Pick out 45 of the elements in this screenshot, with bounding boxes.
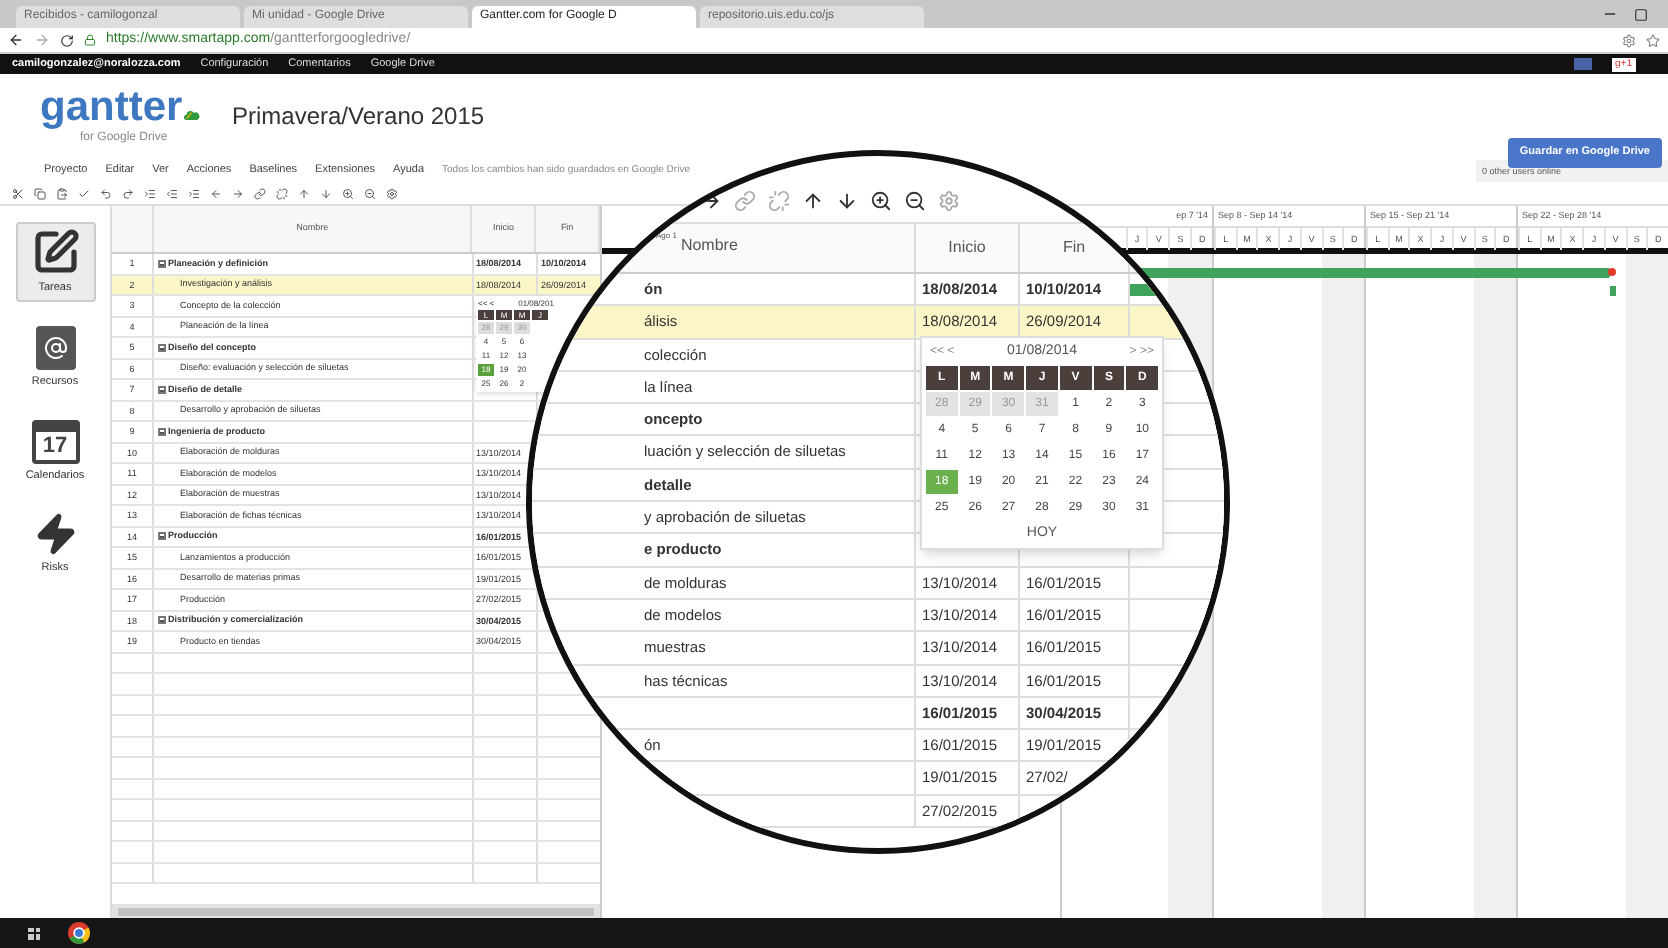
copy-icon[interactable] (34, 188, 46, 200)
outdent-icon[interactable] (166, 188, 178, 200)
gantt-bar (1610, 286, 1616, 296)
arrow-left-icon[interactable] (210, 188, 222, 200)
unlink-icon[interactable] (276, 188, 288, 200)
lock-icon (84, 34, 96, 46)
edit-icon (31, 228, 79, 276)
collapse-icon[interactable] (158, 427, 166, 436)
lightning-icon (33, 511, 77, 556)
back-icon[interactable] (8, 32, 24, 48)
collapse-icon[interactable] (158, 259, 166, 268)
calendar-icon: 17 (31, 419, 79, 463)
column-header[interactable]: Nombre (680, 234, 738, 258)
arrow-down-icon[interactable] (836, 190, 858, 212)
address-book-icon (35, 326, 75, 371)
collapse-icon[interactable] (158, 532, 166, 541)
reload-icon[interactable] (60, 33, 74, 47)
project-title: Primavera/Verano 2015 (232, 100, 485, 134)
browser-icon[interactable] (68, 922, 90, 944)
indent-icon[interactable] (188, 188, 200, 200)
collapse-icon[interactable] (158, 616, 166, 625)
zoom-out-icon[interactable] (904, 190, 926, 212)
facebook-icon[interactable] (1573, 58, 1592, 70)
link-icon[interactable] (254, 188, 266, 200)
settings-icon[interactable] (386, 188, 398, 200)
column-header[interactable]: Inicio (916, 224, 1020, 272)
zoom-out-icon[interactable] (364, 188, 376, 200)
collapse-icon[interactable] (158, 343, 166, 352)
redo-icon[interactable] (122, 188, 134, 200)
zoom-in-icon[interactable] (870, 190, 892, 212)
star-icon[interactable] (1646, 33, 1660, 47)
cut-icon[interactable] (12, 188, 24, 200)
maximize-icon[interactable] (1634, 8, 1648, 22)
collapse-icon[interactable] (158, 385, 166, 394)
check-icon[interactable] (78, 188, 90, 200)
app-logo: gantter (40, 86, 183, 130)
zoom-in-icon[interactable] (342, 188, 354, 200)
undo-icon[interactable] (100, 188, 112, 200)
arrow-up-icon[interactable] (802, 190, 824, 212)
settings-icon[interactable] (1622, 33, 1636, 47)
horizontal-scrollbar[interactable] (112, 904, 600, 918)
start-icon[interactable] (28, 927, 40, 939)
paste-icon[interactable] (56, 188, 68, 200)
indent-icon[interactable] (144, 188, 156, 200)
column-header[interactable]: Fin (1020, 224, 1130, 272)
